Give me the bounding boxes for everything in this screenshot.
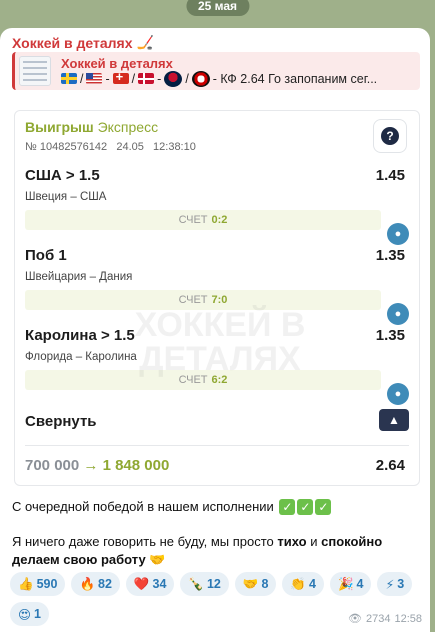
reaction-handshake[interactable]: 🤝 8 [234, 572, 277, 596]
ticket-type: Экспресс [97, 119, 159, 135]
bet-odd: 1.35 [375, 327, 405, 344]
reaction-heart-eyes[interactable]: 😍 1 [10, 602, 49, 626]
help-button[interactable]: ? [373, 119, 407, 153]
payout-amount: 1 848 000 [102, 457, 170, 474]
collapse-row: Свернуть ▲ [25, 409, 409, 431]
bet-odd: 1.45 [375, 167, 405, 184]
reply-title: Хоккей в деталях [61, 55, 173, 71]
hockey-stick-icon: 🏒 [136, 34, 154, 50]
bet-odd: 1.35 [375, 247, 405, 264]
clap-icon: 👏 [290, 576, 306, 591]
message-line-3: делаем свою работу 🤝 [12, 552, 166, 567]
question-icon: ? [381, 127, 399, 145]
collapse-label: Свернуть [25, 413, 97, 430]
score-label: СЧЕТ [178, 214, 208, 226]
score-value: 7:0 [211, 294, 228, 306]
reply-thumbnail [19, 56, 51, 86]
message-line-2: Я ничего даже говорить не буду, мы прост… [12, 534, 383, 549]
handshake-icon: 🤝 [242, 576, 259, 591]
channel-name-text: Хоккей в деталях [12, 34, 133, 51]
reaction-fire[interactable]: 🔥 82 [71, 572, 120, 596]
check-icon: ✓ [315, 499, 332, 515]
switzerland-flag-icon [112, 69, 129, 85]
sweden-flag-icon [61, 73, 77, 84]
bet-title: США > 1.5 [25, 167, 100, 184]
reaction-heart[interactable]: ❤️ 34 [125, 572, 175, 596]
eye-icon: 👁 [348, 613, 362, 625]
reaction-champagne[interactable]: 🍾 12 [180, 572, 229, 596]
champagne-icon: 🍾 [188, 576, 204, 591]
ticket-number: № 10482576142 [25, 141, 108, 153]
ticket-header: Выигрыш Экспресс [25, 119, 158, 135]
views-count: 2734 [365, 612, 391, 625]
reply-line: / - / - / - КФ 2.64 Го запопаним сег... [61, 69, 378, 87]
ticket-result: Выигрыш [25, 119, 94, 135]
heart-eyes-icon: 😍 [18, 607, 32, 622]
carolina-hurricanes-logo-icon [191, 70, 210, 87]
message-footer: 👁 2734 12:58 [348, 612, 422, 626]
score-label: СЧЕТ [178, 294, 208, 306]
channel-name[interactable]: Хоккей в деталях 🏒 [12, 34, 154, 51]
reaction-lightning[interactable]: ⚡ 3 [377, 572, 413, 596]
check-icon: ✓ [297, 499, 314, 515]
divider [25, 445, 409, 446]
ticket-totals: 700 000 → 1 848 000 2.64 [25, 457, 409, 474]
puck-check-icon: ● [387, 223, 409, 245]
ticket-date: 24.05 [116, 141, 144, 153]
bet-title: Поб 1 [25, 247, 67, 264]
stake-amount: 700 000 [25, 457, 80, 474]
watermark: ХОККЕЙ В ДЕТАЛЯХ [134, 306, 306, 378]
date-pill: 25 мая [185, 0, 250, 16]
arrow-right-icon: → [83, 457, 99, 474]
ticket-time: 12:38:10 [153, 141, 196, 153]
channel-post: Хоккей в деталях 🏒 Хоккей в деталях / - … [0, 28, 430, 632]
reply-text: - КФ 2.64 Го запопаним сег... [212, 71, 378, 86]
florida-panthers-logo-icon [164, 70, 183, 87]
message-line-1: С очередной победой в нашем исполнении ✓… [12, 498, 332, 516]
check-icon: ✓ [279, 499, 296, 515]
collapse-button[interactable]: ▲ [379, 409, 409, 431]
heart-icon: ❤️ [133, 576, 150, 591]
bet-row: США > 1.5 1.45 Швеция – США СЧЕТ 0:2 ● [25, 167, 409, 245]
chevron-up-icon: ▲ [388, 413, 400, 427]
bet-row: Поб 1 1.35 Швейцария – Дания СЧЕТ 7:0 ● [25, 247, 409, 325]
bet-match: Швейцария – Дания [25, 271, 133, 283]
lightning-icon: ⚡ [385, 577, 395, 592]
bet-score: СЧЕТ 0:2 [25, 210, 381, 230]
reaction-party[interactable]: 🎉 4 [329, 572, 372, 596]
reply-preview[interactable]: Хоккей в деталях / - / - / - КФ 2.64 Го … [12, 52, 420, 90]
thumbs-up-icon: 👍 [18, 576, 34, 591]
reaction-clap[interactable]: 👏 4 [282, 572, 324, 596]
ticket-meta: № 10482576142 24.05 12:38:10 [25, 141, 196, 153]
party-popper-icon: 🎉 [337, 576, 354, 591]
bet-ticket: Выигрыш Экспресс № 10482576142 24.05 12:… [14, 110, 420, 486]
reaction-thumbs-up[interactable]: 👍 590 [10, 572, 66, 596]
usa-flag-icon [86, 73, 103, 84]
denmark-flag-icon [138, 73, 155, 84]
handshake-icon: 🤝 [149, 552, 166, 567]
puck-check-icon: ● [387, 303, 409, 325]
puck-check-icon: ● [387, 383, 409, 405]
score-value: 0:2 [211, 214, 228, 226]
post-time: 12:58 [394, 612, 422, 625]
fire-icon: 🔥 [79, 576, 96, 591]
total-odd: 2.64 [375, 457, 405, 474]
bet-match: Швеция – США [25, 191, 107, 203]
